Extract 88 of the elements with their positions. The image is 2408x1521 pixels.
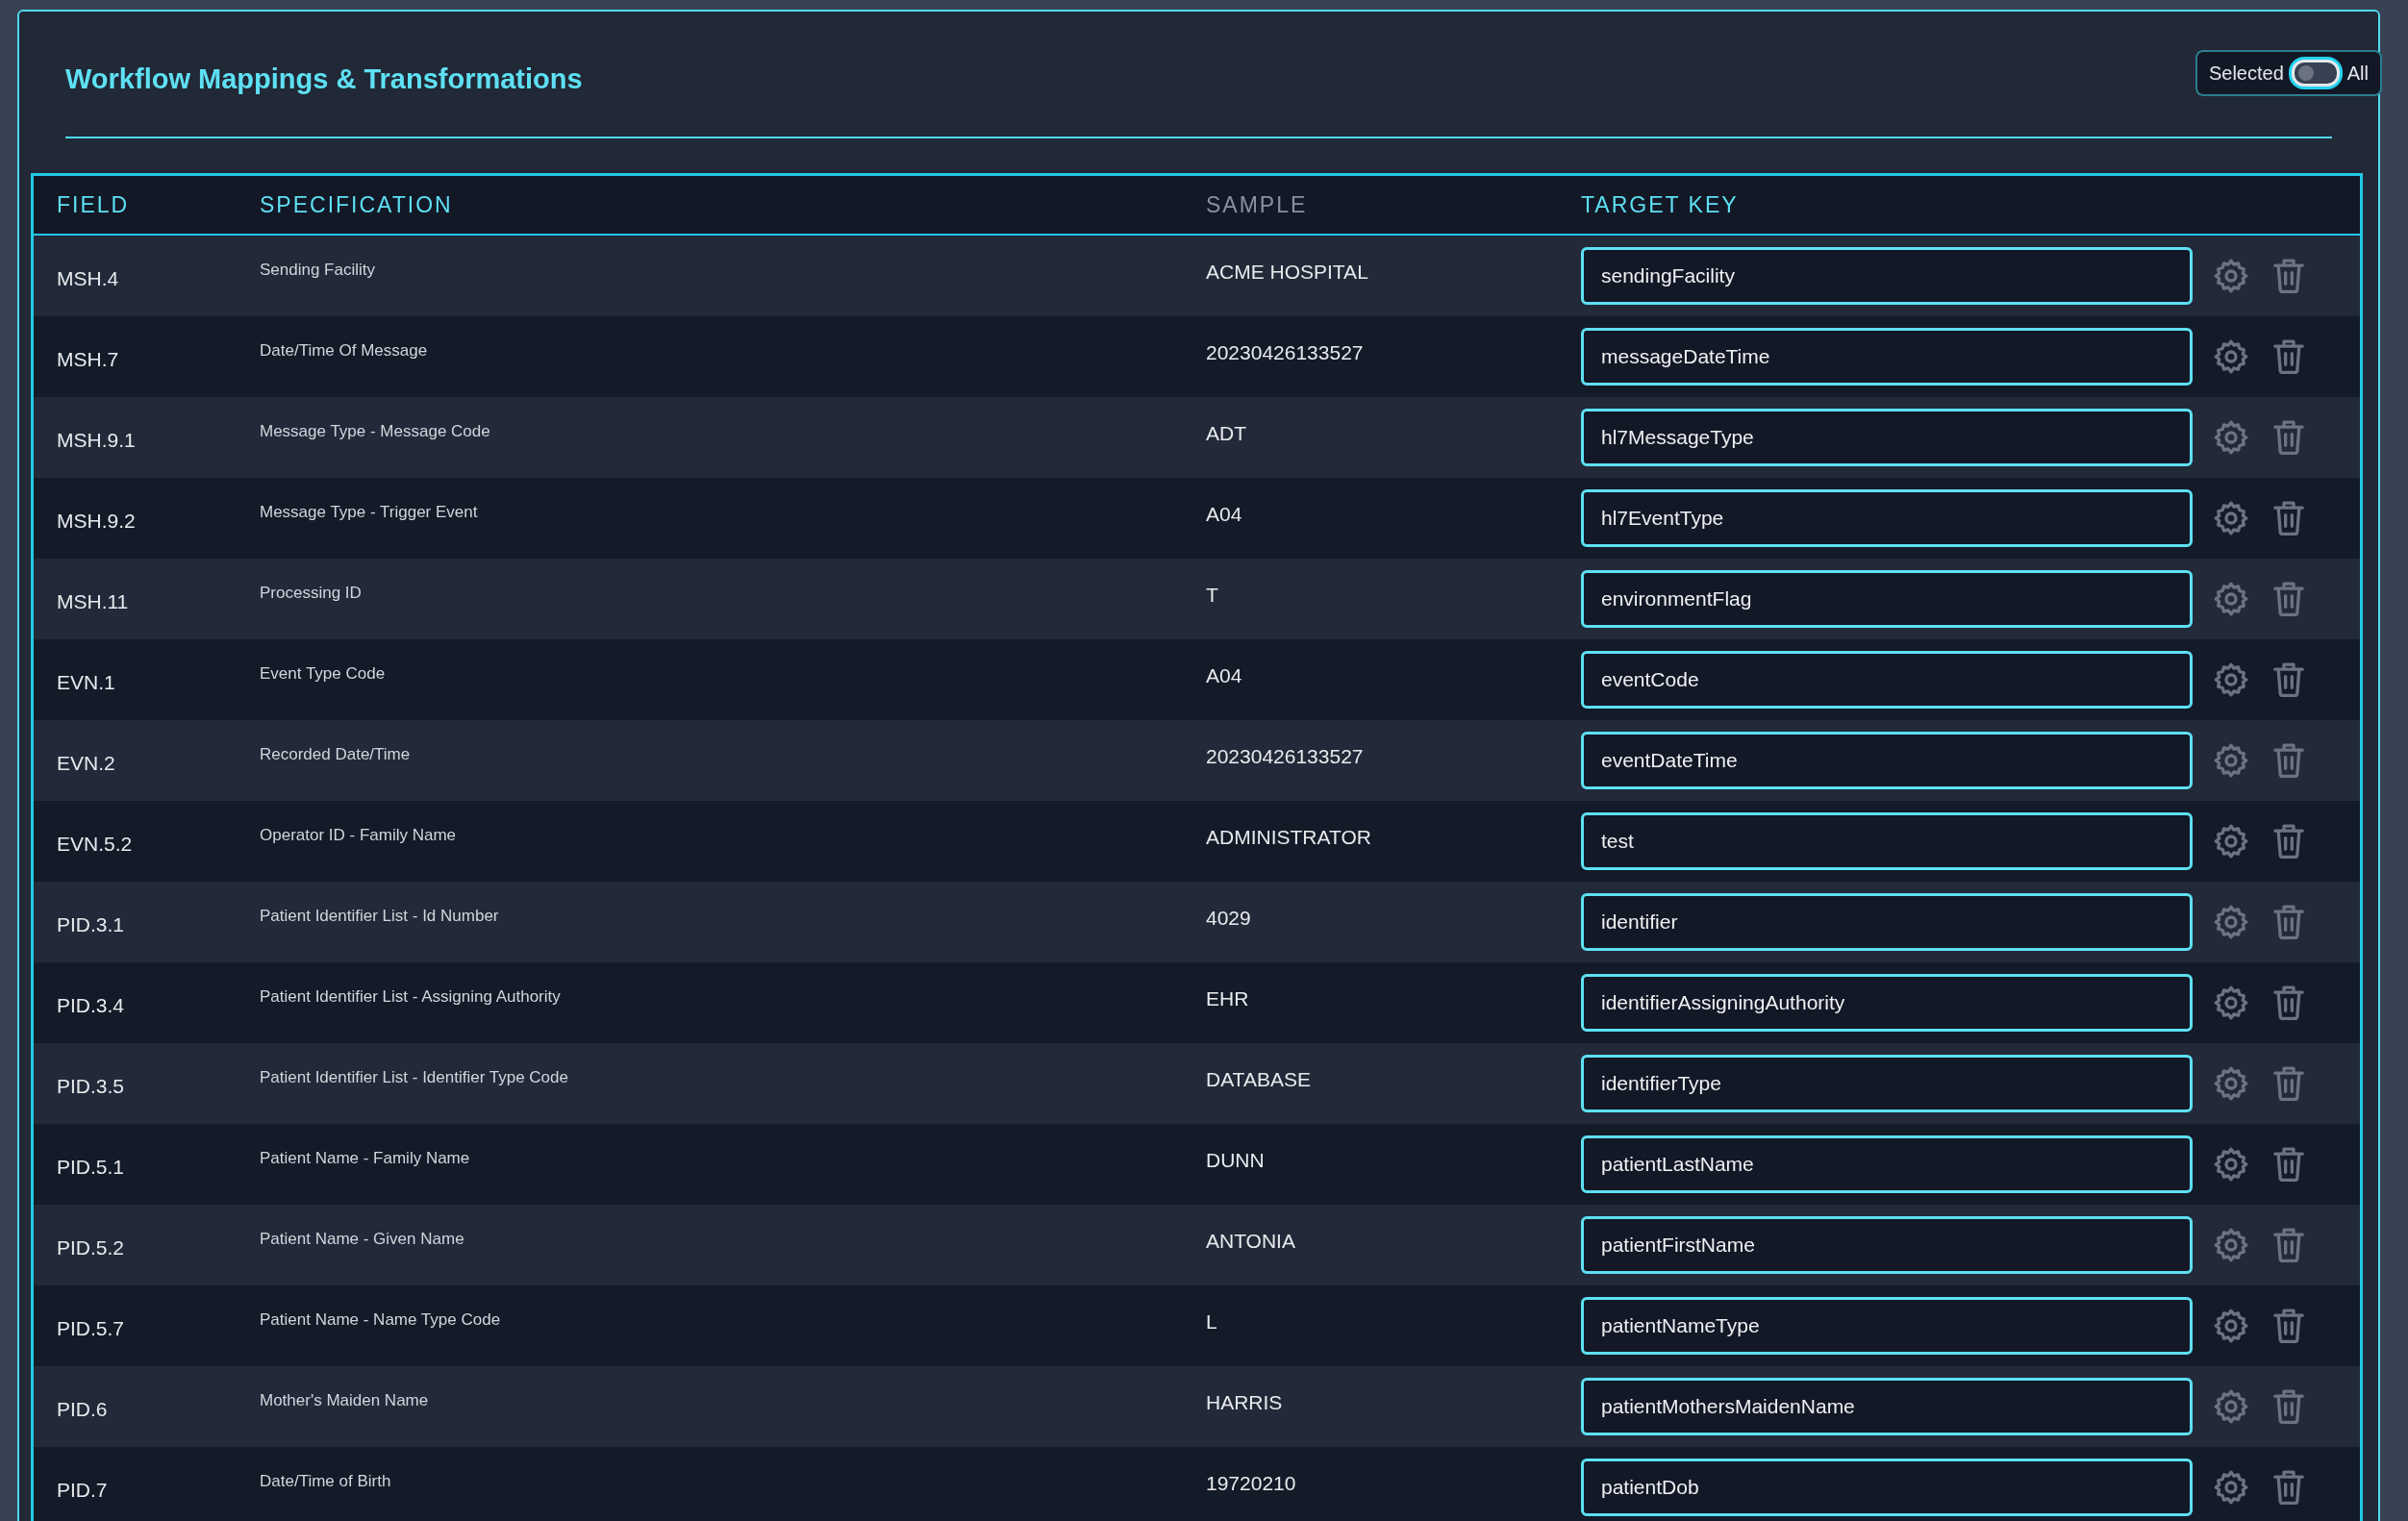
field-cell-text: PID.5.2 xyxy=(56,1236,126,1259)
sample-cell-text: 20230426133527 xyxy=(1206,745,1365,768)
field-cell-text: PID.7 xyxy=(56,1479,109,1502)
sample-cell-text: T xyxy=(1206,584,1219,607)
specification-cell-text: Processing ID xyxy=(260,584,363,603)
sample-cell-text: A04 xyxy=(1206,664,1243,687)
target-key-input[interactable]: test xyxy=(1581,812,2193,870)
specification-cell-text: Mother's Maiden Name xyxy=(260,1391,430,1410)
settings-icon[interactable] xyxy=(2212,337,2250,376)
sample-cell-text: EHR xyxy=(1206,987,1250,1010)
sample-cell-text: 20230426133527 xyxy=(1206,341,1365,364)
settings-icon[interactable] xyxy=(2212,661,2250,699)
target-key-input[interactable]: hl7MessageType xyxy=(1581,409,2193,466)
settings-icon[interactable] xyxy=(2212,1064,2250,1103)
target-key-input[interactable]: identifierType xyxy=(1581,1055,2193,1112)
settings-icon[interactable] xyxy=(2212,1307,2250,1345)
field-cell-text: MSH.9.2 xyxy=(56,510,137,533)
target-key-input[interactable]: sendingFacility xyxy=(1581,247,2193,305)
field-cell-text: PID.3.5 xyxy=(56,1075,126,1098)
target-key-input[interactable]: messageDateTime xyxy=(1581,328,2193,386)
field-cell-text: MSH.9.1 xyxy=(56,429,137,452)
sample-cell-text: ACME HOSPITAL xyxy=(1206,261,1369,284)
specification-cell-text: Message Type - Message Code xyxy=(260,422,491,441)
field-cell-text: MSH.11 xyxy=(56,590,130,613)
target-key-input[interactable]: patientMothersMaidenName xyxy=(1581,1378,2193,1435)
settings-icon[interactable] xyxy=(2212,580,2250,618)
toggle-label: All xyxy=(2346,62,2369,85)
toggle-label: Selected xyxy=(2208,62,2284,85)
panel-title: Workflow Mappings & Transformations xyxy=(65,62,583,95)
sample-cell-text: HARRIS xyxy=(1206,1391,1284,1414)
sample-cell-text: DUNN xyxy=(1206,1149,1266,1172)
sample-cell-text: ADMINISTRATOR xyxy=(1206,826,1372,849)
target-key-input[interactable]: eventCode xyxy=(1581,651,2193,709)
field-cell-text: PID.6 xyxy=(56,1398,109,1421)
target-key-input[interactable]: patientLastName xyxy=(1581,1135,2193,1193)
field-cell-text: PID.3.1 xyxy=(56,913,126,936)
field-cell-text: PID.3.4 xyxy=(56,994,126,1017)
sample-cell-text: ANTONIA xyxy=(1206,1230,1296,1253)
specification-cell-text: Message Type - Trigger Event xyxy=(260,503,479,522)
field-cell-text: PID.5.1 xyxy=(56,1156,126,1179)
specification-cell-text: Patient Identifier List - Id Number xyxy=(260,907,500,926)
settings-icon[interactable] xyxy=(2212,499,2250,537)
field-cell-text: MSH.4 xyxy=(56,267,120,290)
specification-cell-text: Date/Time Of Message xyxy=(260,341,429,361)
specification-cell-text: Patient Name - Family Name xyxy=(260,1149,471,1168)
specification-cell-text: Recorded Date/Time xyxy=(260,745,412,764)
settings-icon[interactable] xyxy=(2212,257,2250,295)
field-cell-text: EVN.5.2 xyxy=(56,833,134,856)
sample-cell-text: A04 xyxy=(1206,503,1243,526)
settings-icon[interactable] xyxy=(2212,984,2250,1022)
target-key-input[interactable]: identifier xyxy=(1581,893,2193,951)
sample-cell-text: DATABASE xyxy=(1206,1068,1312,1091)
field-cell-text: EVN.2 xyxy=(56,752,116,775)
settings-icon[interactable] xyxy=(2212,1226,2250,1264)
sample-cell-text: ADT xyxy=(1206,422,1247,445)
specification-cell-text: Sending Facility xyxy=(260,261,376,280)
specification-cell-text: Patient Identifier List - Identifier Type Code xyxy=(260,1068,569,1087)
field-cell-text: PID.5.7 xyxy=(56,1317,126,1340)
target-key-input[interactable]: environmentFlag xyxy=(1581,570,2193,628)
target-key-input[interactable]: patientFirstName xyxy=(1581,1216,2193,1274)
specification-cell-text: Date/Time of Birth xyxy=(260,1472,392,1491)
target-key-input[interactable]: hl7EventType xyxy=(1581,489,2193,547)
settings-icon[interactable] xyxy=(2212,418,2250,457)
sample-cell-text: 19720210 xyxy=(1206,1472,1297,1495)
target-key-input[interactable]: patientDob xyxy=(1581,1459,2193,1516)
specification-cell-text: Patient Name - Given Name xyxy=(260,1230,465,1249)
target-key-input[interactable]: patientNameType xyxy=(1581,1297,2193,1355)
settings-icon[interactable] xyxy=(2212,741,2250,780)
settings-icon[interactable] xyxy=(2212,1387,2250,1426)
sample-cell-text: L xyxy=(1206,1310,1218,1334)
settings-icon[interactable] xyxy=(2212,822,2250,860)
settings-icon[interactable] xyxy=(2212,1468,2250,1507)
target-key-input[interactable]: identifierAssigningAuthority xyxy=(1581,974,2193,1032)
sample-cell-text: 4029 xyxy=(1206,907,1252,930)
target-key-input[interactable]: eventDateTime xyxy=(1581,732,2193,789)
column-header: SPECIFICATION xyxy=(260,191,454,218)
column-header: TARGET KEY xyxy=(1581,191,1739,218)
settings-icon[interactable] xyxy=(2212,1145,2250,1184)
field-cell-text: EVN.1 xyxy=(56,671,116,694)
toggle-switch[interactable] xyxy=(2291,60,2340,87)
settings-icon[interactable] xyxy=(2212,903,2250,941)
column-header: SAMPLE xyxy=(1206,191,1309,218)
specification-cell-text: Patient Identifier List - Assigning Authority xyxy=(260,987,562,1007)
specification-cell-text: Patient Name - Name Type Code xyxy=(260,1310,502,1330)
column-header: FIELD xyxy=(56,191,131,218)
specification-cell-text: Operator ID - Family Name xyxy=(260,826,458,845)
field-cell-text: MSH.7 xyxy=(56,348,120,371)
specification-cell-text: Event Type Code xyxy=(260,664,387,684)
